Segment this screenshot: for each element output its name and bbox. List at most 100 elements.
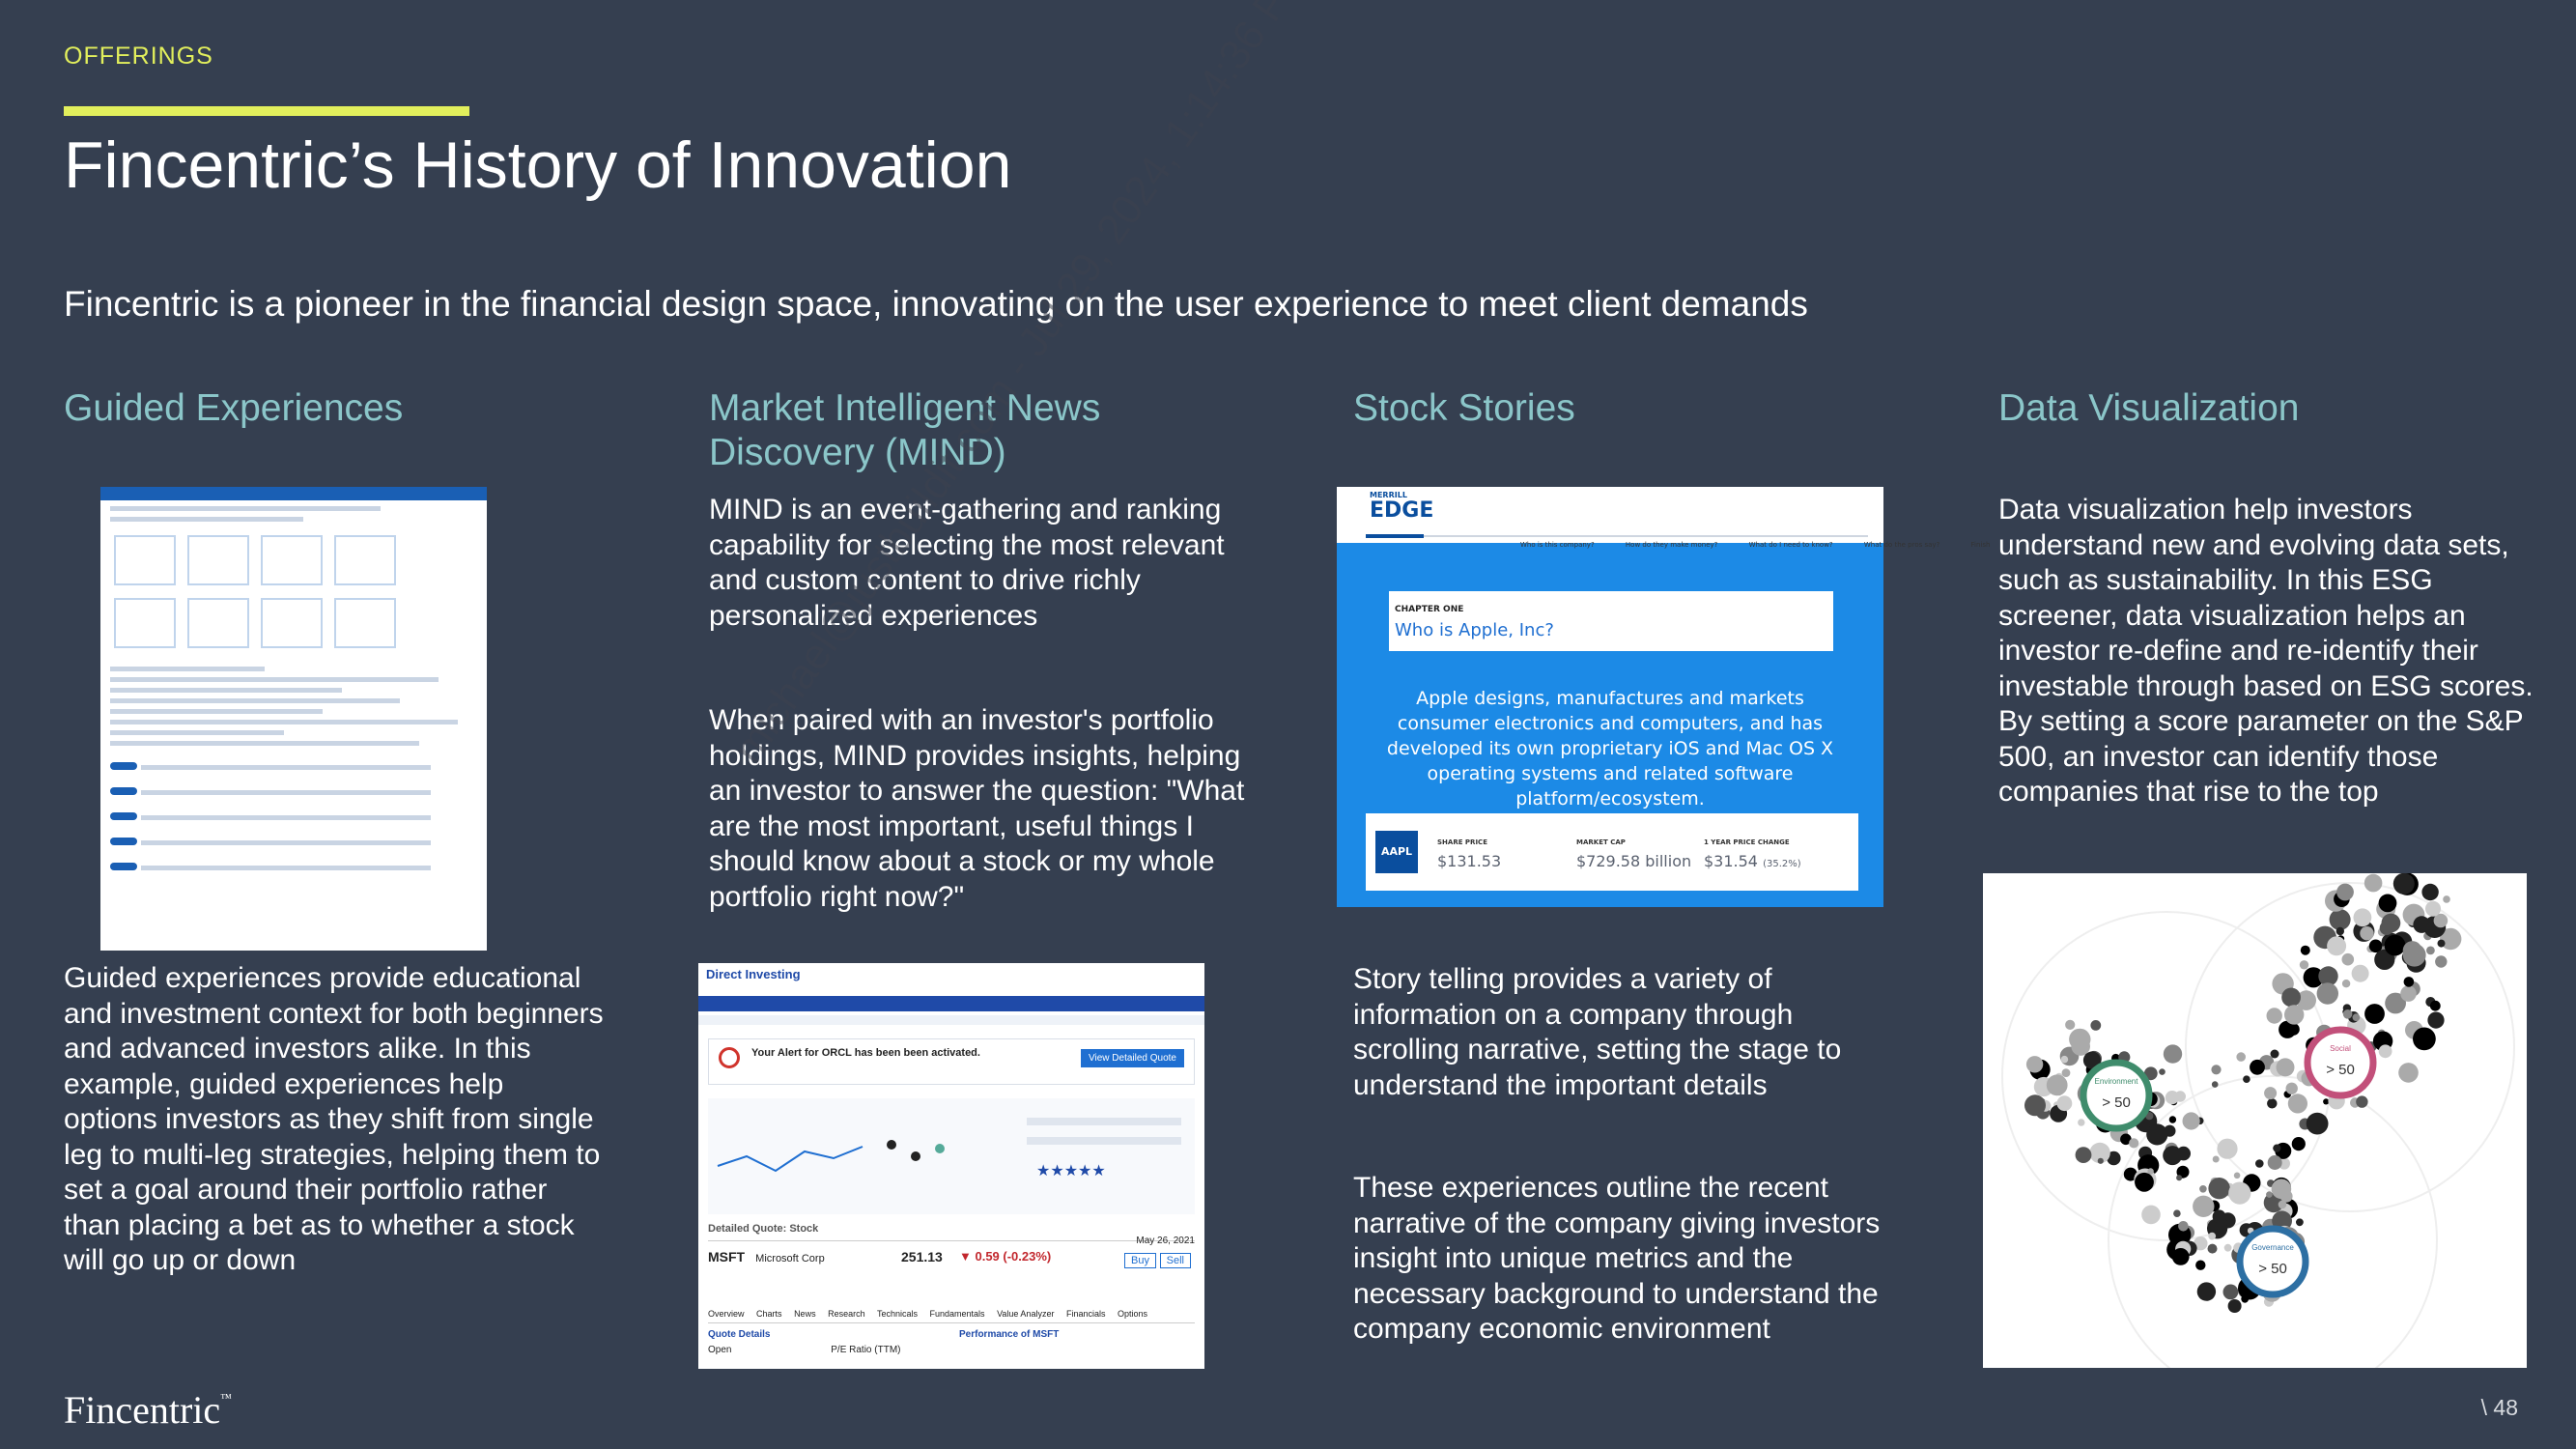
story-stat-label: MARKET CAP: [1576, 838, 1626, 846]
esg-bubble: [2211, 1081, 2219, 1088]
mind-performance: Performance of MSFT: [959, 1329, 1060, 1340]
mind-alert-title: Your Alert for ORCL has been been activa…: [751, 1047, 980, 1059]
esg-bubble: [2437, 939, 2446, 948]
esg-bubble: [2429, 1000, 2441, 1011]
esg-bubble: [2335, 926, 2344, 936]
esg-bubble: [2060, 1055, 2069, 1064]
esg-bubble: [2378, 1044, 2392, 1059]
story-chapter: CHAPTER ONE: [1395, 605, 1464, 614]
esg-bubble: [2267, 1155, 2282, 1170]
mind-alert-button: View Detailed Quote: [1081, 1049, 1184, 1067]
esg-bubble: [2255, 1159, 2264, 1168]
esg-bubble-cluster: Environment > 50 Social > 50 Governance …: [2001, 873, 2515, 1368]
esg-bubble: [2176, 1175, 2183, 1181]
story-stat-label: SHARE PRICE: [1437, 838, 1487, 846]
esg-bubble: [2208, 1232, 2217, 1240]
esg-bubble: [2291, 1137, 2306, 1151]
esg-bubble: [2212, 1155, 2220, 1163]
esg-bubble: [2173, 1209, 2181, 1217]
fincentric-logo: Fincentric™: [64, 1388, 232, 1432]
esg-bubble: [2352, 1013, 2361, 1022]
mind-buy-button: Buy: [1124, 1253, 1156, 1268]
esg-bubble: [2316, 982, 2338, 1005]
esg-bubble: [2356, 1095, 2368, 1108]
story-brand: EDGE: [1370, 498, 1434, 523]
mind-tabs: Overview Charts News Research Technicals…: [708, 1309, 1195, 1323]
esg-bubble: [2266, 1191, 2273, 1198]
esg-bubble: [2178, 1221, 2189, 1232]
esg-bubble: [2426, 946, 2435, 955]
story-stat-value: $131.53: [1437, 852, 1502, 870]
guided-description: Guided experiences provide educational a…: [64, 962, 604, 1276]
story-steps: Who is this company? How do they make mo…: [1520, 541, 1991, 549]
esg-bubble: [2078, 1119, 2085, 1126]
esg-bubble: [2222, 1284, 2239, 1300]
guided-experience-screenshot: [100, 487, 487, 951]
esg-bubble: [2168, 1116, 2177, 1123]
esg-bubble: [2271, 1179, 2292, 1199]
esg-bubble: [2351, 964, 2369, 982]
esg-bubble: [2341, 952, 2355, 966]
esg-bubble: [2025, 1056, 2044, 1073]
stock-stories-description-1: Story telling provides a variety of info…: [1353, 963, 1842, 1101]
environment-value: > 50: [2102, 1094, 2131, 1111]
esg-bubble: [2402, 943, 2426, 967]
column-heading-stock-stories: Stock Stories: [1353, 387, 1575, 429]
data-visualization-description: Data visualization help investors unders…: [1998, 494, 2534, 808]
esg-bubble: [2171, 1248, 2190, 1265]
esg-bubble: [2222, 1219, 2228, 1227]
column-heading-guided: Guided Experiences: [64, 387, 404, 429]
esg-bubble: [2278, 1200, 2287, 1209]
governance-label: Governance: [2251, 1243, 2294, 1252]
esg-bubble: [2341, 980, 2351, 988]
story-question: Who is Apple, Inc?: [1395, 620, 1554, 640]
esg-bubble: [2299, 960, 2309, 970]
esg-bubble: [2336, 883, 2354, 901]
esg-bubble: [2223, 1243, 2232, 1252]
esg-bubble: [2285, 1082, 2298, 1094]
esg-bubble: [2159, 1068, 2166, 1075]
esg-bubble: [2147, 1168, 2154, 1175]
esg-bubble: [2097, 1157, 2104, 1164]
esg-bubble: [2327, 936, 2347, 956]
esg-bubble: [2421, 883, 2439, 901]
mind-date: May 26, 2021: [1136, 1236, 1195, 1246]
esg-bubble: [2306, 1112, 2329, 1135]
stock-stories-description-2: These experiences outline the recent nar…: [1353, 1172, 1881, 1345]
mind-description-1: MIND is an event-gathering and ranking c…: [709, 494, 1225, 632]
esg-bubble: [2075, 1147, 2092, 1163]
esg-bubble: [2195, 1260, 2206, 1270]
esg-bubble: [2266, 1008, 2282, 1024]
esg-bubble: [2400, 985, 2417, 1002]
page-subtitle: Fincentric is a pioneer in the financial…: [64, 284, 1808, 324]
esg-bubble: [2323, 1098, 2330, 1105]
mind-brand: Direct Investing: [706, 967, 801, 981]
esg-bubble: [2425, 900, 2441, 917]
environment-label: Environment: [2095, 1077, 2139, 1086]
esg-bubble: [2024, 1094, 2046, 1117]
esg-bubble: [2164, 1124, 2176, 1137]
esg-bubble: [2199, 1185, 2207, 1193]
story-stat-value: $729.58 billion: [1576, 852, 1692, 870]
mind-description-2: When paired with an investor's portfolio…: [709, 704, 1245, 913]
governance-gauge: Governance > 50: [2236, 1225, 2309, 1298]
esg-bubble: [2129, 1138, 2139, 1149]
mind-company: Microsoft Corp: [755, 1253, 825, 1264]
esg-bubble: [2182, 1112, 2200, 1130]
esg-bubble: [2413, 1027, 2436, 1051]
mind-insight-chart: ★★★★★: [708, 1098, 1195, 1214]
esg-bubble: [2241, 1294, 2250, 1303]
esg-bubble: [2211, 1065, 2222, 1075]
esg-bubble: [2364, 1004, 2385, 1024]
mind-quote-details: Quote Details: [708, 1329, 771, 1340]
esg-bubble: [2165, 1091, 2179, 1105]
esg-bubble: [2392, 873, 2415, 895]
esg-bubble: [2267, 1098, 2278, 1109]
section-tag: OFFERINGS: [64, 43, 213, 70]
esg-bubble: [2398, 1063, 2419, 1083]
social-value: > 50: [2326, 1062, 2355, 1078]
esg-bubble: [2141, 1205, 2161, 1225]
story-ticker: AAPL: [1375, 831, 1418, 873]
governance-value: > 50: [2258, 1261, 2287, 1277]
esg-bubble: [2196, 1282, 2217, 1301]
